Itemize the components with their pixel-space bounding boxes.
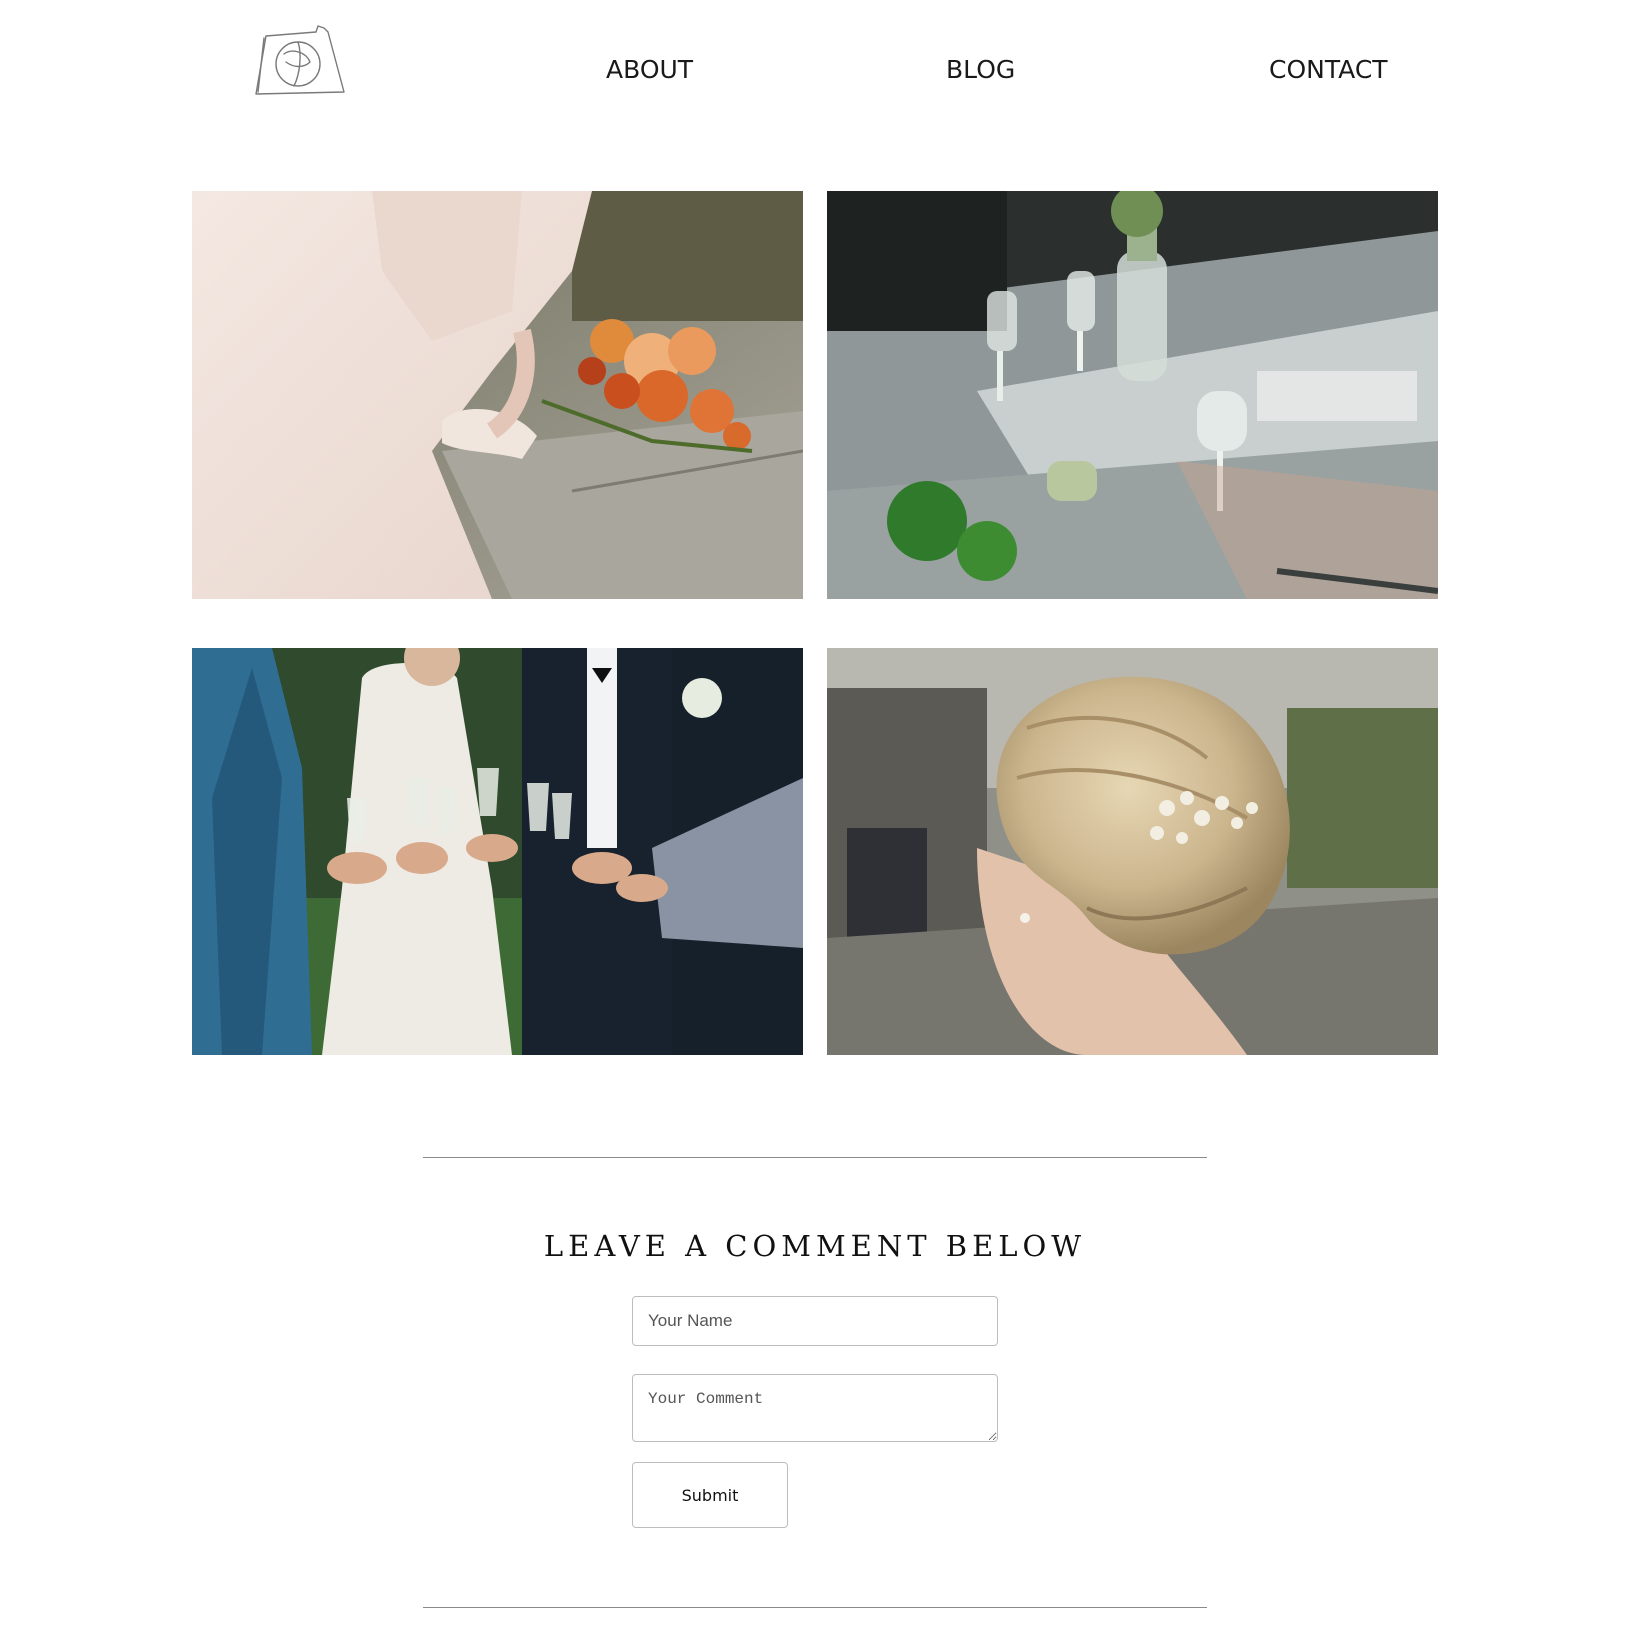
bride-updo-hairpiece-photo[interactable] — [827, 648, 1438, 1055]
toast-photo-image — [192, 648, 803, 1055]
hair-photo-image — [827, 648, 1438, 1055]
sketch-logo-icon — [255, 25, 345, 95]
nav-about-link[interactable]: ABOUT — [606, 52, 693, 88]
wedding-table-glasses-photo[interactable] — [827, 191, 1438, 599]
comment-textarea[interactable] — [632, 1374, 998, 1442]
bride-shoes-and-orange-bouquet-photo[interactable] — [192, 191, 803, 599]
site-logo[interactable] — [254, 24, 350, 102]
bouquet-photo-image — [192, 191, 803, 599]
table-photo-image — [827, 191, 1438, 599]
nav-contact-link[interactable]: CONTACT — [1269, 52, 1388, 88]
submit-button[interactable]: Submit — [632, 1462, 788, 1528]
section-divider-top — [423, 1157, 1207, 1158]
section-divider-bottom — [423, 1607, 1207, 1608]
name-input[interactable] — [632, 1296, 998, 1346]
wedding-party-toast-photo[interactable] — [192, 648, 803, 1055]
nav-blog-link[interactable]: BLOG — [946, 52, 1015, 88]
comment-heading: LEAVE A COMMENT BELOW — [543, 1229, 1087, 1263]
